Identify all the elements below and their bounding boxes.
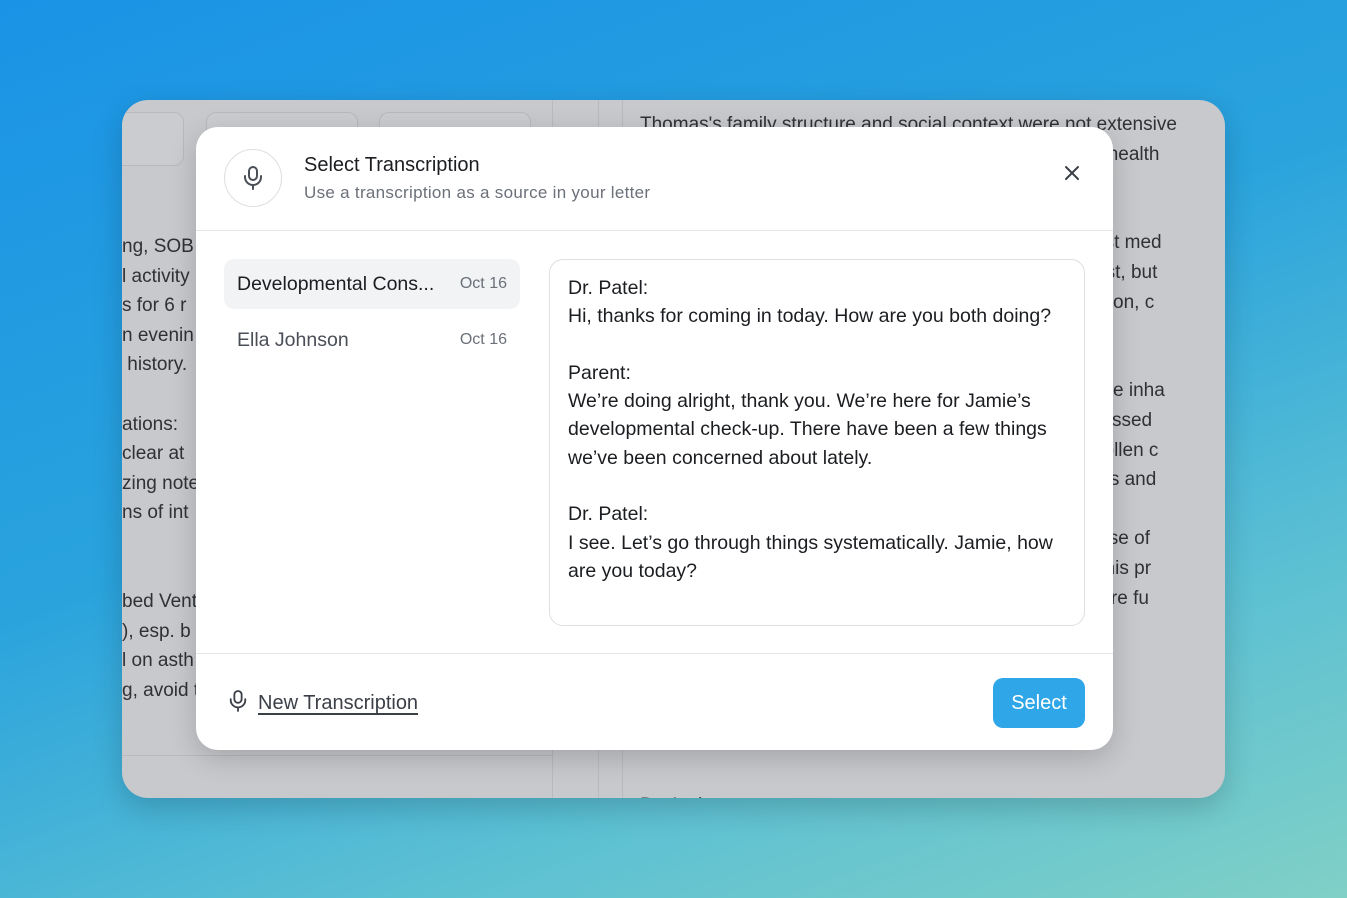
new-transcription-label[interactable]: New Transcription [258,692,418,715]
microphone-icon [228,688,248,719]
transcription-preview[interactable]: Dr. Patel: Hi, thanks for coming in toda… [549,259,1085,626]
select-transcription-dialog: Select Transcription Use a transcription… [196,127,1113,750]
dialog-subtitle: Use a transcription as a source in your … [304,183,651,202]
transcription-date: Oct 16 [459,275,507,292]
transcription-item[interactable]: Ella Johnson Oct 16 [224,315,520,365]
background-toolbar-button [122,112,184,166]
speaker-text: I see. Let’s go through things systemati… [568,531,1053,582]
background-text-line: Dr. Anderson [640,791,1225,798]
new-transcription-button[interactable]: New Transcription [228,688,418,719]
close-icon[interactable] [1058,159,1086,187]
background-divider [122,755,554,756]
transcription-name: Developmental Cons... [237,273,435,295]
dialog-title: Select Transcription [304,154,480,176]
dialog-footer: New Transcription Select [196,653,1113,750]
dialog-header: Select Transcription Use a transcription… [196,127,1113,231]
speaker-label: Dr. Patel: [568,503,649,526]
transcription-item[interactable]: Developmental Cons... Oct 16 [224,259,520,309]
preview-turn: Dr. Patel: I see. Let’s go through thing… [568,500,1066,585]
transcription-list: Developmental Cons... Oct 16 Ella Johnso… [224,259,520,371]
select-button[interactable]: Select [993,678,1085,728]
background-text-line [640,761,1225,791]
transcription-date: Oct 16 [459,331,507,348]
speaker-label: Parent: [568,361,631,384]
speaker-text: Hi, thanks for coming in today. How are … [568,305,1052,328]
transcription-name: Ella Johnson [237,329,349,351]
speaker-label: Dr. Patel: [568,277,649,299]
speaker-text: We’re doing alright, thank you. We’re he… [568,390,1047,469]
preview-turn: Dr. Patel: Hi, thanks for coming in toda… [568,274,1066,331]
microphone-icon [224,149,282,207]
preview-turn: Parent: We’re doing alright, thank you. … [568,359,1066,472]
